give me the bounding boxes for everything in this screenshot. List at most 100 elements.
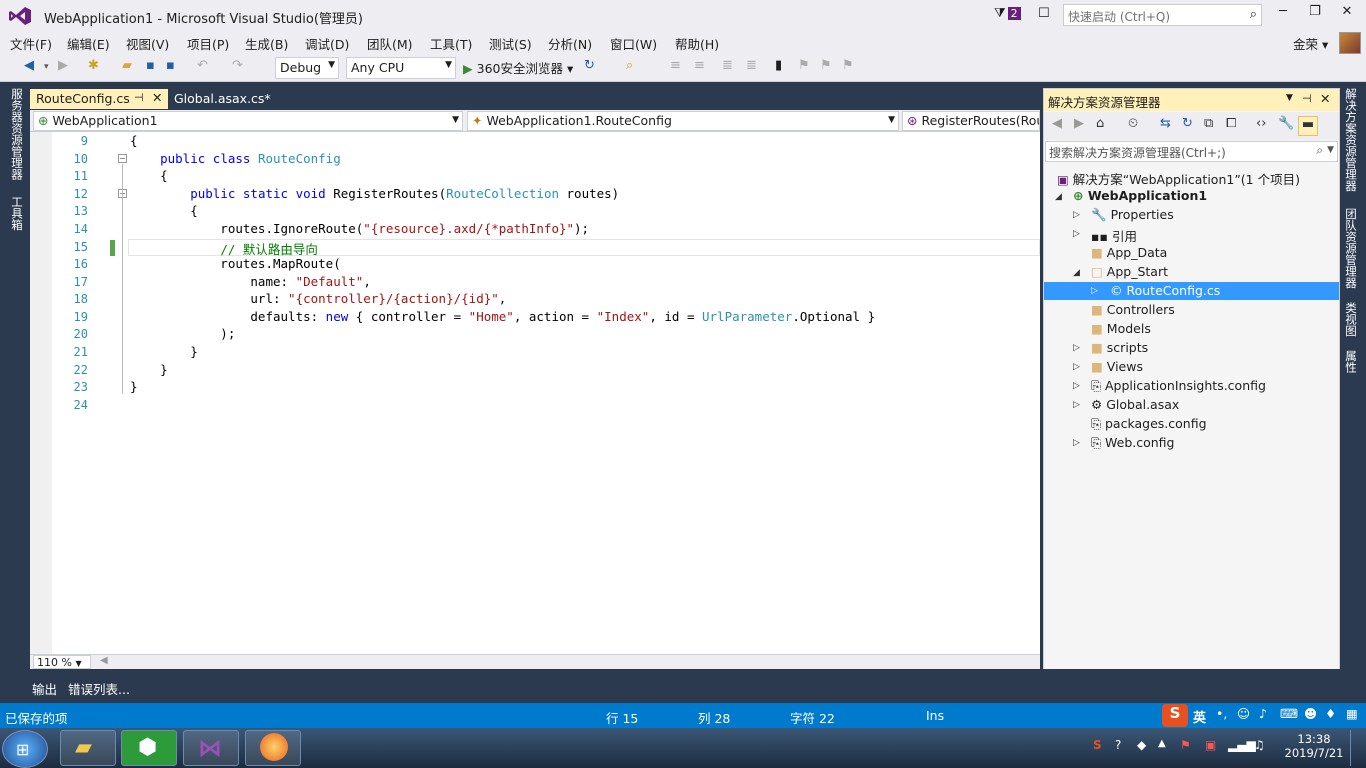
clear-bookmarks-icon[interactable]: ⚑	[842, 58, 854, 73]
volume-icon[interactable]: ♫	[1254, 738, 1265, 752]
output-tab[interactable]: 输出	[32, 679, 57, 698]
history-icon[interactable]: ⏲	[1128, 116, 1138, 131]
tree-item-controllers[interactable]: ■ Controllers	[1091, 302, 1175, 317]
expanded-icon[interactable]: ◢	[1055, 192, 1062, 202]
collapsed-icon[interactable]: ▷	[1073, 381, 1080, 391]
explorer-taskbar-button[interactable]: ▰	[60, 730, 116, 766]
visual-studio-taskbar-button[interactable]: ⋈	[183, 730, 239, 766]
chevron-down-icon[interactable]: ▾	[44, 62, 49, 72]
refresh-icon[interactable]: ↻	[584, 58, 595, 73]
back-icon[interactable]: ◀	[24, 58, 34, 73]
tree-item-models[interactable]: ■ Models	[1091, 321, 1151, 336]
sogou-tray-icon[interactable]: S	[1093, 738, 1102, 752]
redo-icon[interactable]: ↷	[232, 58, 243, 73]
tray-icon[interactable]: ◆	[1137, 738, 1146, 752]
view-code-icon[interactable]: ‹›	[1256, 116, 1266, 131]
menu-edit[interactable]: 编辑(E)	[67, 34, 110, 53]
user-icon[interactable]: ☻	[1304, 706, 1317, 721]
sync-icon[interactable]: ⇆	[1160, 116, 1171, 131]
menu-help[interactable]: 帮助(H)	[675, 34, 719, 53]
team-explorer-tab[interactable]: 团队资源管理器	[1343, 208, 1359, 289]
menu-build[interactable]: 生成(B)	[245, 34, 288, 53]
back-icon[interactable]: ◀	[1052, 116, 1062, 131]
member-select[interactable]: ⊛ RegisterRoutes(Rout	[902, 111, 1040, 131]
pin-icon[interactable]: ⊣	[1302, 92, 1312, 105]
tree-item-web-config[interactable]: ⎘ Web.config	[1091, 435, 1174, 451]
pin-icon[interactable]: ⊣	[134, 91, 144, 104]
tree-item-solution[interactable]: ▣ 解决方案“WebApplication1”(1 个项目)	[1057, 169, 1300, 188]
show-hidden-icons[interactable]: ▲	[1158, 738, 1166, 749]
skin-icon[interactable]: ♦	[1325, 706, 1336, 721]
security-icon[interactable]: ▣	[1205, 738, 1216, 752]
user-account[interactable]: 金荣 ▾	[1293, 34, 1328, 53]
server-explorer-tab[interactable]: 服务器资源管理器	[9, 88, 25, 180]
outdent-icon[interactable]: ≡	[694, 58, 705, 73]
collapse-all-icon[interactable]: ⧉	[1204, 116, 1213, 131]
find-icon[interactable]: ⌕	[626, 58, 633, 73]
sogou-ime-icon[interactable]: S	[1162, 704, 1188, 727]
punctuation-icon[interactable]: •,	[1216, 706, 1227, 721]
zoom-select[interactable]: 110 % ▼	[33, 655, 91, 669]
menu-view[interactable]: 视图(V)	[126, 34, 169, 53]
tree-item-global-asax[interactable]: ⚙ Global.asax	[1091, 397, 1179, 412]
notifications-button[interactable]: ⧩ 2	[994, 6, 1021, 21]
tree-item-appinsights-config[interactable]: ⎘ ApplicationInsights.config	[1091, 378, 1266, 394]
show-desktop-button[interactable]	[1350, 730, 1364, 766]
green-app-taskbar-button[interactable]: ⬢	[121, 730, 177, 766]
tree-item-properties[interactable]: 🔧 Properties	[1091, 207, 1174, 223]
forward-icon[interactable]: ▶	[1074, 116, 1084, 131]
feedback-icon[interactable]: ☐	[1038, 6, 1050, 21]
open-file-icon[interactable]: ▰	[122, 58, 132, 73]
maximize-button[interactable]: ❐	[1300, 4, 1330, 26]
avatar[interactable]	[1339, 32, 1361, 54]
project-select[interactable]: ⊕ WebApplication1 ▼	[33, 111, 463, 131]
collapsed-icon[interactable]: ▷	[1091, 286, 1098, 296]
toolbox-icon[interactable]: ▦	[1346, 706, 1358, 721]
keyboard-icon[interactable]: ⌨	[1280, 706, 1298, 721]
chevron-down-icon[interactable]: ▼	[1286, 93, 1293, 103]
show-all-files-icon[interactable]: ⧠	[1226, 116, 1236, 131]
collapsed-icon[interactable]: ▷	[1073, 229, 1080, 239]
new-project-icon[interactable]: ✱	[88, 58, 99, 73]
tree-item-routeconfig[interactable]: © RouteConfig.cs	[1110, 283, 1220, 298]
close-icon[interactable]: ✕	[152, 90, 162, 105]
collapsed-icon[interactable]: ▷	[1073, 438, 1080, 448]
properties-tab[interactable]: 属性	[1343, 350, 1359, 373]
close-button[interactable]: ✕	[1332, 4, 1362, 26]
start-button[interactable]: ⊞	[2, 730, 48, 768]
next-bookmark-icon[interactable]: ⚑	[820, 58, 832, 73]
menu-analyze[interactable]: 分析(N)	[548, 34, 592, 53]
expanded-icon[interactable]: ◢	[1073, 268, 1080, 278]
ime-language[interactable]: 英	[1193, 707, 1206, 726]
collapsed-icon[interactable]: ▷	[1073, 343, 1080, 353]
flag-icon[interactable]: ⚑	[1180, 738, 1191, 752]
menu-team[interactable]: 团队(M)	[367, 34, 413, 53]
menu-test[interactable]: 测试(S)	[489, 34, 532, 53]
scroll-left-icon[interactable]: ◀	[100, 655, 108, 666]
browser-taskbar-button[interactable]	[245, 730, 301, 766]
minimize-button[interactable]: ─	[1268, 4, 1298, 26]
collapsed-icon[interactable]: ▷	[1073, 400, 1080, 410]
error-list-tab[interactable]: 错误列表...	[68, 679, 130, 698]
collapsed-icon[interactable]: ▷	[1073, 210, 1080, 220]
emoji-icon[interactable]: ☺	[1237, 706, 1250, 721]
save-all-icon[interactable]: ▪	[166, 58, 175, 73]
quick-launch-input[interactable]: 快速启动 (Ctrl+Q) ⌕	[1063, 4, 1262, 26]
bookmark-icon[interactable]: ▮	[775, 58, 782, 73]
platform-select[interactable]: Any CPU ▼	[346, 57, 456, 79]
tree-item-references[interactable]: ▪▪ 引用	[1091, 226, 1137, 245]
toolbox-tab[interactable]: 工具箱	[9, 196, 25, 231]
solution-search-input[interactable]: 搜索解决方案资源管理器(Ctrl+;) ⌕ ▼	[1045, 141, 1338, 162]
properties-icon[interactable]: 🔧	[1278, 116, 1294, 131]
solution-explorer-tab[interactable]: 解决方案资源管理器	[1343, 88, 1359, 192]
tree-item-app-start[interactable]: □ App_Start	[1091, 264, 1168, 279]
prev-bookmark-icon[interactable]: ⚑	[798, 58, 810, 73]
close-icon[interactable]: ✕	[1320, 91, 1330, 106]
taskbar-clock[interactable]: 13:38 2019/7/21	[1283, 732, 1345, 760]
class-view-tab[interactable]: 类视图	[1343, 302, 1359, 337]
class-select[interactable]: ✦ WebApplication1.RouteConfig ▼	[467, 111, 899, 131]
forward-icon[interactable]: ▶	[58, 58, 68, 73]
start-debugging-button[interactable]: ▶ 360安全浏览器 ▾	[463, 58, 573, 77]
collapse-toggle[interactable]: −	[118, 154, 127, 163]
help-tray-icon[interactable]: ?	[1115, 738, 1121, 752]
